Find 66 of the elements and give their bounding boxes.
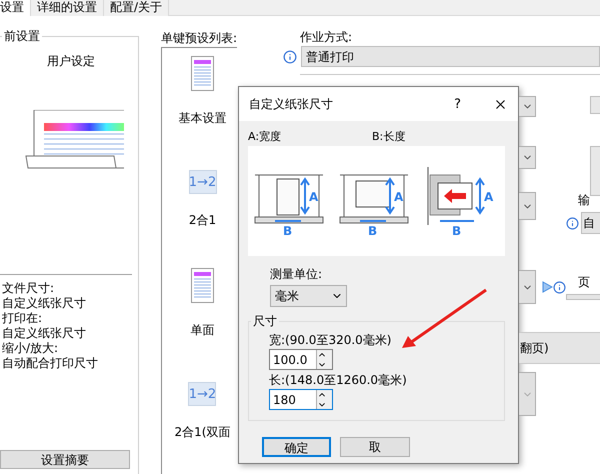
layout-badge: 1→2: [188, 170, 216, 194]
preset-item[interactable]: 2合1: [188, 212, 216, 229]
dimension-caption: A:宽度: [248, 130, 282, 143]
unit-label: 测量单位:: [270, 266, 324, 283]
group-title: 尺寸: [252, 313, 278, 330]
info-icon: [283, 50, 297, 64]
dropdown[interactable]: [519, 270, 536, 304]
dialog-button[interactable]: 确定: [262, 437, 331, 457]
field-label: 作业方式:: [300, 29, 354, 46]
job-field[interactable]: 普通打印: [301, 46, 600, 67]
layout-badge: 1→2: [188, 382, 216, 406]
range-label: 长:(148.0至1260.0毫米): [269, 372, 408, 389]
spin-field[interactable]: 180: [269, 389, 333, 410]
summary-button[interactable]: 设置摘要: [0, 450, 130, 469]
height-arrow: [385, 177, 396, 215]
summary-line: 文件尺寸:: [2, 281, 56, 296]
output-field[interactable]: 自: [581, 212, 600, 234]
summary-line: 自定义纸张尺寸: [2, 296, 87, 311]
tab[interactable]: 设置: [0, 0, 31, 16]
page-icon: [190, 56, 214, 92]
info-icon: [553, 280, 566, 294]
height-arrow: [300, 177, 310, 215]
help-button[interactable]: ?: [454, 96, 461, 112]
summary-line: 缩小/放大:: [2, 341, 60, 356]
dimension-label: A: [394, 190, 404, 204]
page-icon: [190, 268, 214, 304]
duplex-option: 翻页): [519, 332, 600, 364]
tray-drawing: [340, 174, 409, 224]
feeder-drawing: [428, 166, 473, 226]
dropdown[interactable]: [519, 372, 536, 416]
summary-line: 打印在:: [2, 311, 44, 326]
dimension-label: A: [308, 190, 318, 204]
dimension-caption: B:长度: [372, 129, 406, 144]
number-field[interactable]: 100.0: [270, 350, 316, 369]
panel: [590, 146, 600, 196]
dimension-label: B: [368, 224, 378, 237]
dimension-label: B: [452, 224, 462, 237]
preset-item[interactable]: 单面: [190, 322, 214, 339]
height-arrow: [475, 177, 486, 215]
page-field[interactable]: [566, 294, 600, 300]
field-label: 页: [577, 274, 591, 291]
field-label: 输: [577, 192, 591, 209]
dimension-label: A: [484, 190, 494, 204]
preset-item[interactable]: 2合1(双面: [174, 424, 230, 441]
dropdown[interactable]: [519, 192, 536, 220]
dimension-label: B: [282, 224, 292, 237]
number-field[interactable]: 180: [270, 390, 316, 409]
group-title: 前设置: [3, 28, 41, 45]
info-icon: [566, 216, 579, 230]
play-icon: [542, 281, 553, 293]
preset-item[interactable]: 基本设置: [178, 110, 226, 127]
profile-name: 用户设定: [46, 53, 96, 70]
range-label: 宽:(90.0至320.0毫米): [269, 332, 392, 349]
button[interactable]: [590, 96, 600, 114]
tab[interactable]: 详细的设置: [31, 0, 104, 16]
spin-field[interactable]: 100.0: [269, 349, 333, 370]
tray-drawing: [254, 174, 324, 224]
summary-line: 自动配合打印尺寸: [2, 356, 99, 371]
dialog-button[interactable]: 取: [340, 437, 410, 457]
list-label: 单键预设列表:: [161, 30, 237, 47]
dropdown[interactable]: [519, 96, 536, 117]
summary-line: 自定义纸张尺寸: [2, 326, 87, 341]
dropdown[interactable]: [519, 146, 536, 169]
dialog-title: 自定义纸张尺寸: [249, 96, 334, 112]
unit-dropdown[interactable]: 毫米: [270, 285, 347, 307]
tab[interactable]: 配置/关于: [104, 0, 170, 16]
